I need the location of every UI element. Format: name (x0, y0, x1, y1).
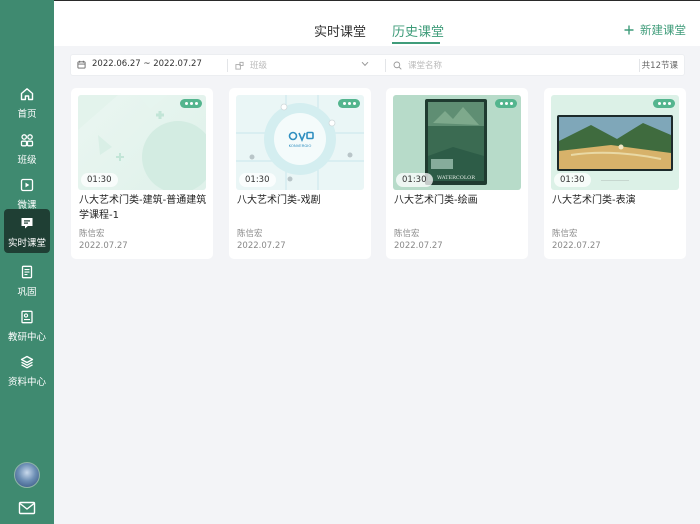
plus-icon (624, 25, 634, 35)
konvergio-logo-text: KONVERGIO (289, 143, 312, 148)
course-card[interactable]: 01:30 八大艺术门类-表演 陈信宏 2022.07.27 (544, 88, 686, 259)
mail-icon[interactable] (18, 500, 36, 515)
sidebar-item-label: 资料中心 (7, 376, 46, 388)
top-bar: 实时课堂 历史课堂 新建课堂 (54, 0, 700, 46)
sidebar-item-home[interactable]: 首页 (4, 80, 50, 124)
more-options-button[interactable] (495, 99, 517, 108)
tab-live-class[interactable]: 实时课堂 (314, 21, 366, 40)
chat-icon (18, 214, 36, 232)
document-icon (18, 263, 36, 281)
course-title: 八大艺术门类-戏剧 (237, 195, 321, 206)
sidebar-item-research[interactable]: 教研中心 (4, 303, 50, 347)
class-select-placeholder: 班级 (250, 61, 268, 71)
course-date: 2022.07.27 (552, 241, 601, 251)
course-thumbnail: KONVERGIO 01:30 (236, 95, 364, 190)
layers-icon (18, 353, 36, 371)
course-date: 2022.07.27 (79, 241, 128, 251)
duration-badge: 01:30 (81, 173, 118, 187)
divider (385, 59, 386, 72)
course-title: 八大艺术门类-建筑-普通建筑学课程-1 (79, 195, 207, 221)
search-icon (393, 61, 402, 70)
more-options-button[interactable] (338, 99, 360, 108)
calendar-icon (77, 60, 86, 69)
tab-history-class[interactable]: 历史课堂 (392, 21, 444, 40)
duration-badge: 01:30 (239, 173, 276, 187)
home-icon (18, 85, 36, 103)
lesson-count: 共12节课 (641, 61, 678, 71)
poster-title-text: WATERCOLOR (437, 175, 475, 181)
date-range-picker[interactable]: 2022.06.27 ~ 2022.07.27 (77, 59, 202, 69)
sidebar-item-label: 巩固 (17, 286, 37, 298)
class-select[interactable]: 班级 (235, 59, 267, 71)
play-icon (18, 176, 36, 194)
research-icon (18, 308, 36, 326)
more-options-button[interactable] (653, 99, 675, 108)
course-title: 八大艺术门类-绘画 (394, 195, 478, 206)
sidebar-item-class[interactable]: 班级 (4, 126, 50, 170)
sidebar-item-label: 实时课堂 (7, 237, 46, 249)
more-options-button[interactable] (180, 99, 202, 108)
course-title: 八大艺术门类-表演 (552, 195, 636, 206)
avatar[interactable] (14, 462, 40, 488)
course-date: 2022.07.27 (237, 241, 286, 251)
sidebar-item-live-class[interactable]: 实时课堂 (4, 209, 50, 253)
sidebar: 首页 班级 微课 实时课堂 巩固 教研中心 资料中心 (0, 0, 54, 524)
chevron-down-icon[interactable] (361, 61, 369, 67)
course-card[interactable]: WATERCOLOR 01:30 八大艺术门类-绘画 陈信宏 2022.07.2… (386, 88, 528, 259)
course-card[interactable]: KONVERGIO 01:30 八大艺术门类-戏剧 陈信宏 2022.07.27 (229, 88, 371, 259)
course-teacher: 陈信宏 (394, 229, 420, 239)
active-tab-indicator (392, 42, 440, 44)
new-class-label: 新建课堂 (640, 23, 686, 37)
users-icon (18, 131, 36, 149)
sidebar-item-label: 首页 (17, 108, 37, 120)
sidebar-item-resources[interactable]: 资料中心 (4, 348, 50, 392)
sidebar-item-label: 班级 (17, 154, 37, 166)
course-date: 2022.07.27 (394, 241, 443, 251)
course-thumbnail: WATERCOLOR 01:30 (393, 95, 521, 190)
search-placeholder: 课堂名称 (408, 61, 443, 71)
course-teacher: 陈信宏 (237, 229, 263, 239)
search-input[interactable]: 课堂名称 (393, 59, 442, 71)
course-thumbnail: 01:30 (551, 95, 679, 190)
course-teacher: 陈信宏 (79, 229, 105, 239)
divider (639, 59, 640, 72)
duration-badge: 01:30 (554, 173, 591, 187)
course-thumbnail: 01:30 (78, 95, 206, 190)
class-icon (235, 61, 244, 70)
course-teacher: 陈信宏 (552, 229, 578, 239)
sidebar-item-label: 教研中心 (7, 331, 46, 343)
sidebar-item-consolidate[interactable]: 巩固 (4, 258, 50, 302)
new-class-button[interactable]: 新建课堂 (624, 22, 686, 38)
course-card[interactable]: 01:30 八大艺术门类-建筑-普通建筑学课程-1 陈信宏 2022.07.27 (71, 88, 213, 259)
filter-bar: 2022.06.27 ~ 2022.07.27 班级 课堂名称 共12节课 (70, 54, 685, 76)
duration-badge: 01:30 (396, 173, 433, 187)
divider (227, 59, 228, 72)
date-range-text: 2022.06.27 ~ 2022.07.27 (92, 59, 202, 69)
